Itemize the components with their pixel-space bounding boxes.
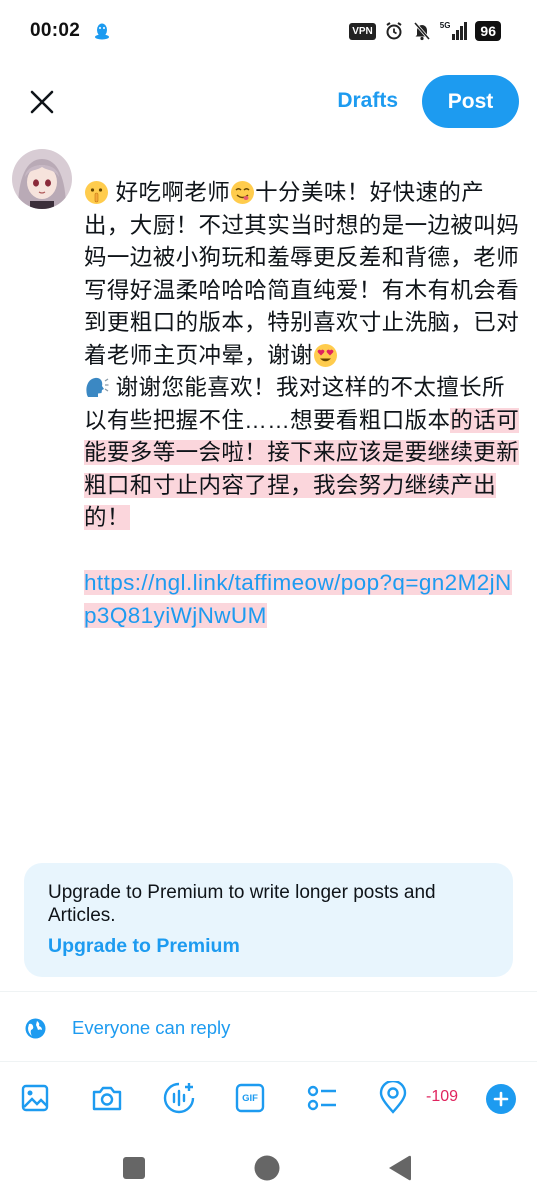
post-text-1a: 好吃啊老师 <box>109 180 231 205</box>
post-button[interactable]: Post <box>422 75 519 128</box>
gif-button[interactable]: GIF <box>233 1081 267 1115</box>
post-text-area[interactable]: 好吃啊老师 十分美味！好快速的产出，大厨！不过其实当时想的是一边被叫妈妈一边被小… <box>84 177 524 632</box>
gif-label: GIF <box>242 1092 258 1104</box>
globe-icon <box>25 1018 46 1039</box>
qq-penguin-icon <box>95 23 109 40</box>
user-avatar-image <box>12 149 72 209</box>
battery-level: 96 <box>475 21 501 41</box>
add-image-button[interactable] <box>18 1081 52 1115</box>
camera-icon <box>92 1086 122 1111</box>
recents-button[interactable] <box>120 1154 148 1182</box>
mute-icon <box>413 22 430 41</box>
poll-icon <box>307 1085 336 1111</box>
post-text-1b: 十分美味！好快速的产出，大厨！不过其实当时想的是一边被叫妈妈一边被小狗玩和羞辱更… <box>84 180 520 368</box>
status-bar: 00:02 VPN 5G 96 <box>0 0 537 62</box>
location-button[interactable] <box>376 1081 410 1115</box>
drafts-button[interactable]: Drafts <box>337 89 398 113</box>
upgrade-message: Upgrade to Premium to write longer posts… <box>48 882 436 926</box>
composer-toolbar: GIF -109 <box>0 1076 537 1122</box>
alarm-icon <box>386 22 402 40</box>
image-icon <box>21 1084 49 1112</box>
divider <box>0 1061 537 1062</box>
back-triangle-icon <box>389 1155 411 1181</box>
voice-button[interactable] <box>162 1081 196 1115</box>
camera-button[interactable] <box>90 1081 124 1115</box>
avatar[interactable] <box>12 149 72 209</box>
post-link[interactable]: https://ngl.link/taffimeow/pop?q=gn2M2jN… <box>84 570 512 628</box>
post-paragraph-2: 谢谢您能喜欢！我对这样的不太擅长所以有些把握不住……想要看粗口版本的话可能要多等… <box>84 372 524 535</box>
character-count: -109 <box>426 1088 459 1105</box>
heart-eyes-emoji <box>314 343 338 367</box>
voice-icon <box>163 1082 195 1114</box>
post-text-2-plain: 谢谢您能喜欢！我对这样的不太擅长所以有些把握不住……想要看粗口版本 <box>84 375 505 433</box>
post-paragraph-1: 好吃啊老师 十分美味！好快速的产出，大厨！不过其实当时想的是一边被叫妈妈一边被小… <box>84 177 524 372</box>
vpn-badge: VPN <box>349 22 376 40</box>
status-time: 00:02 <box>30 20 81 41</box>
add-post-button[interactable] <box>486 1084 516 1114</box>
back-button[interactable] <box>385 1154 413 1182</box>
post-paragraph-3: https://ngl.link/taffimeow/pop?q=gn2M2jN… <box>84 567 524 632</box>
close-button[interactable] <box>24 84 60 120</box>
reply-setting-label: Everyone can reply <box>72 1017 231 1038</box>
home-circle-icon <box>254 1155 280 1181</box>
poll-button[interactable] <box>305 1081 339 1115</box>
location-icon <box>379 1081 407 1114</box>
status-indicators: VPN 5G 96 <box>349 20 501 42</box>
recents-square-icon <box>123 1157 145 1179</box>
divider <box>0 991 537 992</box>
reply-setting-button[interactable]: Everyone can reply <box>0 1003 537 1053</box>
signal-icon: 5G <box>440 22 468 40</box>
shushing-face-emoji <box>85 181 108 204</box>
network-label: 5G <box>439 21 451 30</box>
savoring-food-emoji <box>231 181 255 204</box>
system-nav-bar <box>0 1140 537 1199</box>
composer-header: Drafts Post <box>0 72 537 132</box>
upgrade-premium-link[interactable]: Upgrade to Premium <box>48 935 240 958</box>
speaking-head-emoji <box>86 377 109 397</box>
home-button[interactable] <box>253 1154 281 1182</box>
upgrade-premium-card: Upgrade to Premium to write longer posts… <box>24 863 513 977</box>
plus-icon <box>493 1091 509 1107</box>
close-icon <box>30 90 54 114</box>
